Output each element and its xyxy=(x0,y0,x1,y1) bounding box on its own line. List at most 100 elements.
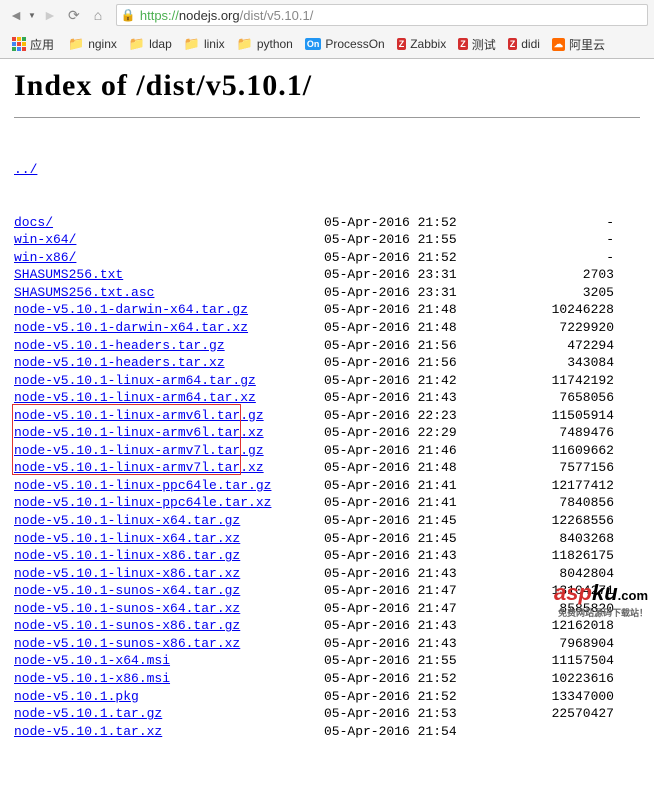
apps-button[interactable]: 应用 xyxy=(6,34,60,55)
file-link[interactable]: node-v5.10.1.tar.xz xyxy=(14,724,162,739)
file-size: 12268556 xyxy=(524,512,614,530)
bookmark-label: ProcessOn xyxy=(325,37,384,51)
file-link[interactable]: node-v5.10.1-darwin-x64.tar.xz xyxy=(14,320,248,335)
bookmark-label: Zabbix xyxy=(410,37,446,51)
file-date: 05-Apr-2016 21:52 xyxy=(324,670,524,688)
bookmark-python[interactable]: 📁 python xyxy=(231,34,299,55)
folder-icon: 📁 xyxy=(237,36,253,52)
file-link[interactable]: node-v5.10.1-x64.msi xyxy=(14,653,170,668)
file-size: 7658056 xyxy=(524,389,614,407)
file-link[interactable]: node-v5.10.1-linux-ppc64le.tar.gz xyxy=(14,478,271,493)
listing-row: win-x64/05-Apr-2016 21:55- xyxy=(14,231,640,249)
file-date: 05-Apr-2016 21:47 xyxy=(324,582,524,600)
bookmark-label: python xyxy=(257,37,293,51)
file-link[interactable]: node-v5.10.1-linux-armv6l.tar.gz xyxy=(14,408,264,423)
file-size xyxy=(524,723,614,741)
listing-row: node-v5.10.1-linux-ppc64le.tar.xz 05-Apr-… xyxy=(14,494,640,512)
divider xyxy=(14,117,640,118)
file-link[interactable]: node-v5.10.1-linux-x64.tar.xz xyxy=(14,531,240,546)
file-link[interactable]: node-v5.10.1-linux-x86.tar.gz xyxy=(14,548,240,563)
home-button[interactable]: ⌂ xyxy=(88,5,108,25)
file-link[interactable]: node-v5.10.1-sunos-x86.tar.gz xyxy=(14,618,240,633)
url-bar[interactable]: 🔒 https://nodejs.org/dist/v5.10.1/ xyxy=(116,4,648,26)
parent-directory-link[interactable]: ../ xyxy=(14,162,37,177)
forward-button[interactable]: ► xyxy=(40,5,60,25)
file-link[interactable]: win-x64/ xyxy=(14,232,76,247)
file-size: 472294 xyxy=(524,337,614,355)
listing-row: node-v5.10.1-linux-armv7l.tar.gz05-Apr-2… xyxy=(14,442,640,460)
file-size: - xyxy=(524,214,614,232)
file-date: 05-Apr-2016 21:48 xyxy=(324,319,524,337)
listing-row: node-v5.10.1-sunos-x64.tar.gz 05-Apr-2016… xyxy=(14,582,640,600)
file-link[interactable]: node-v5.10.1-linux-arm64.tar.gz xyxy=(14,373,256,388)
file-size: 11609662 xyxy=(524,442,614,460)
bookmark-label: didi xyxy=(521,37,540,51)
file-link[interactable]: SHASUMS256.txt xyxy=(14,267,123,282)
file-date: 05-Apr-2016 21:56 xyxy=(324,337,524,355)
listing-row: node-v5.10.1-x64.msi05-Apr-2016 21:55111… xyxy=(14,652,640,670)
file-date: 05-Apr-2016 21:52 xyxy=(324,214,524,232)
listing-row: node-v5.10.1-linux-x64.tar.gz05-Apr-2016… xyxy=(14,512,640,530)
bookmark-测试[interactable]: Z测试 xyxy=(452,34,502,55)
file-link[interactable]: node-v5.10.1.tar.gz xyxy=(14,706,162,721)
bookmark-didi[interactable]: Zdidi xyxy=(502,34,546,55)
back-dropdown[interactable]: ▼ xyxy=(28,11,36,20)
file-link[interactable]: node-v5.10.1-linux-x86.tar.xz xyxy=(14,566,240,581)
parent-link-row: ../ xyxy=(14,161,640,179)
file-link[interactable]: node-v5.10.1-darwin-x64.tar.gz xyxy=(14,302,248,317)
file-size: - xyxy=(524,231,614,249)
listing-row: node-v5.10.1-sunos-x86.tar.xz 05-Apr-2016… xyxy=(14,635,640,653)
file-date: 05-Apr-2016 21:43 xyxy=(324,617,524,635)
file-link[interactable]: node-v5.10.1-linux-arm64.tar.xz xyxy=(14,390,256,405)
file-link[interactable]: node-v5.10.1-x86.msi xyxy=(14,671,170,686)
file-size: 22570427 xyxy=(524,705,614,723)
file-size: 8403268 xyxy=(524,530,614,548)
file-date: 05-Apr-2016 21:43 xyxy=(324,635,524,653)
bookmark-label: 阿里云 xyxy=(569,36,605,53)
listing-row: node-v5.10.1-sunos-x86.tar.gz 05-Apr-2016… xyxy=(14,617,640,635)
bookmark-label: linix xyxy=(204,37,225,51)
bookmark-linix[interactable]: 📁 linix xyxy=(178,34,231,55)
file-link[interactable]: node-v5.10.1-linux-armv7l.tar.xz xyxy=(14,460,264,475)
file-link[interactable]: node-v5.10.1-sunos-x64.tar.xz xyxy=(14,601,240,616)
listing-row: node-v5.10.1.pkg05-Apr-2016 21:521334700… xyxy=(14,688,640,706)
bookmark-nginx[interactable]: 📁nginx xyxy=(62,34,123,55)
file-link[interactable]: node-v5.10.1-sunos-x64.tar.gz xyxy=(14,583,240,598)
bookmark-Zabbix[interactable]: ZZabbix xyxy=(391,34,453,55)
bookmark-ldap[interactable]: 📁ldap xyxy=(123,34,178,55)
file-size: 7229920 xyxy=(524,319,614,337)
file-link[interactable]: node-v5.10.1-headers.tar.gz xyxy=(14,338,225,353)
aliyun-icon: ☁ xyxy=(552,38,565,51)
file-date: 05-Apr-2016 22:29 xyxy=(324,424,524,442)
file-link[interactable]: node-v5.10.1-linux-armv6l.tar.xz xyxy=(14,425,264,440)
bookmarks-bar: 应用 📁nginx📁ldap 📁 linix 📁 python OnProcessOnZZ… xyxy=(0,30,654,58)
file-link[interactable]: node-v5.10.1-linux-armv7l.tar.gz xyxy=(14,443,264,458)
listing-row: node-v5.10.1-linux-ppc64le.tar.gz 05-Apr-… xyxy=(14,477,640,495)
file-date: 05-Apr-2016 21:41 xyxy=(324,494,524,512)
file-link[interactable]: node-v5.10.1.pkg xyxy=(14,689,139,704)
listing-row: win-x86/05-Apr-2016 21:52- xyxy=(14,249,640,267)
listing-row: node-v5.10.1-linux-arm64.tar.xz05-Apr-20… xyxy=(14,389,640,407)
file-link[interactable]: node-v5.10.1-linux-x64.tar.gz xyxy=(14,513,240,528)
listing-row: node-v5.10.1-linux-x64.tar.xz 05-Apr-2016… xyxy=(14,530,640,548)
file-date: 05-Apr-2016 21:45 xyxy=(324,530,524,548)
file-size: 3205 xyxy=(524,284,614,302)
file-size: 11826175 xyxy=(524,547,614,565)
file-link[interactable]: win-x86/ xyxy=(14,250,76,265)
file-link[interactable]: docs/ xyxy=(14,215,53,230)
file-link[interactable]: node-v5.10.1-linux-ppc64le.tar.xz xyxy=(14,495,271,510)
file-date: 05-Apr-2016 21:43 xyxy=(324,565,524,583)
file-date: 05-Apr-2016 21:41 xyxy=(324,477,524,495)
bookmark-阿里云[interactable]: ☁ 阿里云 xyxy=(546,34,611,55)
folder-icon: 📁 xyxy=(184,36,200,52)
apps-icon xyxy=(12,37,26,51)
file-link[interactable]: node-v5.10.1-sunos-x86.tar.xz xyxy=(14,636,240,651)
file-size: 11157504 xyxy=(524,652,614,670)
file-link[interactable]: SHASUMS256.txt.asc xyxy=(14,285,154,300)
listing-row: docs/05-Apr-2016 21:52- xyxy=(14,214,640,232)
back-button[interactable]: ◄ xyxy=(6,5,26,25)
file-link[interactable]: node-v5.10.1-headers.tar.xz xyxy=(14,355,225,370)
reload-button[interactable]: ⟳ xyxy=(64,5,84,25)
bookmark-ProcessOn[interactable]: OnProcessOn xyxy=(299,34,391,55)
lock-icon: 🔒 xyxy=(121,8,136,22)
